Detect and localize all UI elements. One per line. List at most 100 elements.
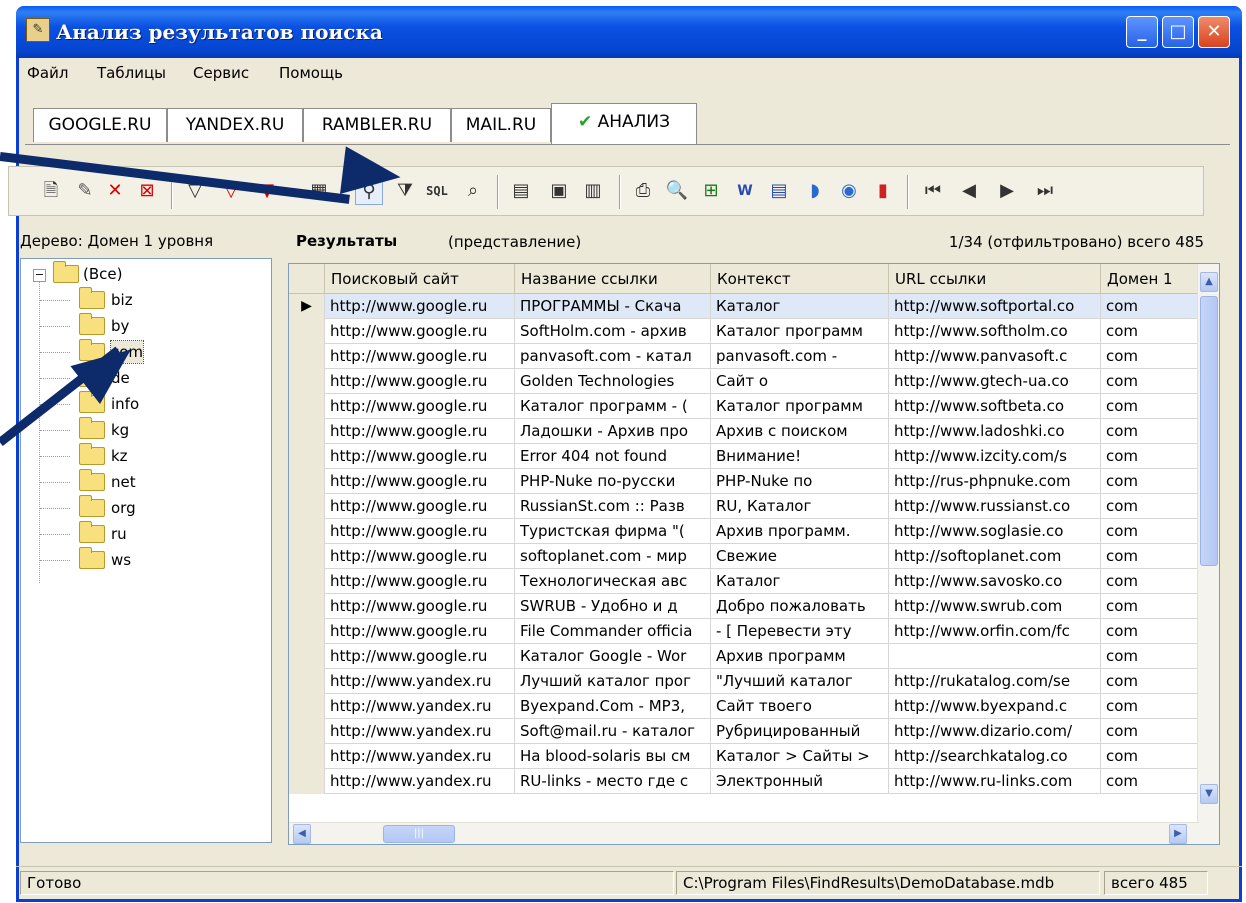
- table-cell[interactable]: Туристская фирма "(: [515, 519, 711, 544]
- tree-node-root[interactable]: (Все): [43, 261, 263, 285]
- table-cell[interactable]: Лучший каталог прог: [515, 669, 711, 694]
- table-cell[interactable]: http://www.google.ru: [325, 619, 515, 644]
- scroll-right-icon[interactable]: ▶: [1169, 824, 1187, 844]
- domain-tree[interactable]: − (Все) biz by com de info kg kz net org ru ws: [20, 258, 272, 843]
- table-cell[interactable]: http://www.ru-links.com: [889, 769, 1101, 794]
- table-cell[interactable]: http://rus-phpnuke.com: [889, 469, 1101, 494]
- table-cell[interactable]: http://www.savosko.co: [889, 569, 1101, 594]
- table-cell[interactable]: com: [1101, 644, 1199, 669]
- table-cell[interactable]: com: [1101, 419, 1199, 444]
- table-cell[interactable]: Архив программ.: [711, 519, 889, 544]
- table-cell[interactable]: http://www.ladoshki.co: [889, 419, 1101, 444]
- table-cell[interactable]: Технологическая авс: [515, 569, 711, 594]
- row-indicator[interactable]: [289, 394, 325, 419]
- table-row[interactable]: http://www.google.ru SWRUB - Удобно и д До…: [289, 594, 1199, 619]
- table-cell[interactable]: [889, 644, 1101, 669]
- row-indicator[interactable]: [289, 519, 325, 544]
- table-row[interactable]: http://www.google.ru Каталог Google - Wor…: [289, 644, 1199, 669]
- table-cell[interactable]: http://www.yandex.ru: [325, 694, 515, 719]
- scroll-thumb-horizontal[interactable]: |||: [383, 825, 455, 843]
- table-cell[interactable]: Сайт твоего: [711, 694, 889, 719]
- table-row[interactable]: http://www.yandex.ru RU-links - место где…: [289, 769, 1199, 794]
- table-cell[interactable]: http://www.google.ru: [325, 294, 515, 319]
- table-row[interactable]: http://www.google.ru softoplanet.com - ми…: [289, 544, 1199, 569]
- table-cell[interactable]: com: [1101, 694, 1199, 719]
- table-cell[interactable]: com: [1101, 544, 1199, 569]
- tab-google[interactable]: GOOGLE.RU: [33, 108, 167, 142]
- scroll-up-icon[interactable]: ▲: [1200, 272, 1218, 292]
- row-indicator[interactable]: [289, 469, 325, 494]
- row-indicator[interactable]: [289, 694, 325, 719]
- table-cell[interactable]: Сайт о: [711, 369, 889, 394]
- table-cell[interactable]: http://www.google.ru: [325, 494, 515, 519]
- table-cell[interactable]: RU-links - место где с: [515, 769, 711, 794]
- scroll-down-icon[interactable]: ▼: [1200, 784, 1218, 804]
- new-record-icon[interactable]: 🗎: [37, 177, 65, 205]
- browser-icon[interactable]: ◉: [835, 177, 863, 205]
- table-cell[interactable]: com: [1101, 744, 1199, 769]
- tab-yandex[interactable]: YANDEX.RU: [167, 108, 303, 142]
- close-button[interactable]: ✕: [1198, 16, 1230, 48]
- table-cell[interactable]: http://www.google.ru: [325, 544, 515, 569]
- table-cell[interactable]: http://www.softholm.co: [889, 319, 1101, 344]
- next-icon[interactable]: ▶: [993, 177, 1021, 205]
- table-cell[interactable]: PHP-Nuke по-русски: [515, 469, 711, 494]
- scroll-left-icon[interactable]: ◀: [293, 824, 311, 844]
- table-cell[interactable]: http://searchkatalog.co: [889, 744, 1101, 769]
- tree-node-ru[interactable]: ru: [71, 521, 261, 545]
- table-cell[interactable]: Каталог программ - (: [515, 394, 711, 419]
- word-icon[interactable]: W: [731, 177, 759, 205]
- row-indicator[interactable]: [289, 344, 325, 369]
- tree-node-biz[interactable]: biz: [71, 287, 261, 311]
- table-cell[interactable]: Добро пожаловать: [711, 594, 889, 619]
- sql-icon[interactable]: SQL: [423, 177, 451, 205]
- tree-node-net[interactable]: net: [71, 469, 261, 493]
- properties-table-icon[interactable]: ▥: [579, 177, 607, 205]
- table-cell[interactable]: http://www.yandex.ru: [325, 719, 515, 744]
- table-cell[interactable]: Архив с поиском: [711, 419, 889, 444]
- print-preview-icon[interactable]: 🔍: [663, 177, 691, 205]
- edit-icon[interactable]: ✎: [71, 177, 99, 205]
- tab-mail[interactable]: MAIL.RU: [451, 108, 551, 142]
- table-row[interactable]: http://www.google.ru RussianSt.com :: Раз…: [289, 494, 1199, 519]
- column-header[interactable]: URL ссылки: [889, 264, 1101, 294]
- table-cell[interactable]: com: [1101, 569, 1199, 594]
- menu-service[interactable]: Сервис: [193, 64, 249, 82]
- results-grid[interactable]: Поисковый сайт Название ссылки Контекст URL…: [288, 263, 1220, 845]
- table-cell[interactable]: http://rukatalog.com/se: [889, 669, 1101, 694]
- table-row[interactable]: http://www.google.ru panvasoft.com - ката…: [289, 344, 1199, 369]
- table-cell[interactable]: PHP-Nuke по: [711, 469, 889, 494]
- table-cell[interactable]: http://www.google.ru: [325, 394, 515, 419]
- table-cell[interactable]: com: [1101, 519, 1199, 544]
- table-cell[interactable]: http://www.yandex.ru: [325, 669, 515, 694]
- table-cell[interactable]: Электронный: [711, 769, 889, 794]
- row-indicator[interactable]: [289, 569, 325, 594]
- chart-icon[interactable]: ▮: [869, 177, 897, 205]
- table-cell[interactable]: com: [1101, 594, 1199, 619]
- table-cell[interactable]: com: [1101, 469, 1199, 494]
- menu-file[interactable]: Файл: [27, 64, 68, 82]
- maximize-button[interactable]: □: [1162, 16, 1194, 48]
- table-row[interactable]: http://www.google.ru SoftHolm.com - архив…: [289, 319, 1199, 344]
- table-cell[interactable]: Golden Technologies: [515, 369, 711, 394]
- table-cell[interactable]: На blood-solaris вы см: [515, 744, 711, 769]
- minimize-button[interactable]: _: [1126, 16, 1158, 48]
- table-cell[interactable]: com: [1101, 619, 1199, 644]
- table-cell[interactable]: Рубрицированный: [711, 719, 889, 744]
- table-cell[interactable]: - [ Перевести эту: [711, 619, 889, 644]
- delete-all-icon[interactable]: ⊠: [133, 177, 161, 205]
- table-cell[interactable]: http://www.softbeta.co: [889, 394, 1101, 419]
- delete-icon[interactable]: ✕: [101, 177, 129, 205]
- last-icon[interactable]: ⏭: [1031, 177, 1059, 205]
- table-cell[interactable]: http://www.softportal.co: [889, 294, 1101, 319]
- column-header[interactable]: Поисковый сайт: [325, 264, 515, 294]
- row-indicator[interactable]: [289, 319, 325, 344]
- row-indicator[interactable]: [289, 544, 325, 569]
- table-cell[interactable]: Архив программ: [711, 644, 889, 669]
- table-row[interactable]: http://www.yandex.ru Soft@mail.ru - катал…: [289, 719, 1199, 744]
- tree-node-by[interactable]: by: [71, 313, 261, 337]
- table-row[interactable]: http://www.google.ru PHP-Nuke по-русски PH…: [289, 469, 1199, 494]
- table-cell[interactable]: com: [1101, 669, 1199, 694]
- table-cell[interactable]: http://www.byexpand.c: [889, 694, 1101, 719]
- column-icon[interactable]: ▤: [507, 177, 535, 205]
